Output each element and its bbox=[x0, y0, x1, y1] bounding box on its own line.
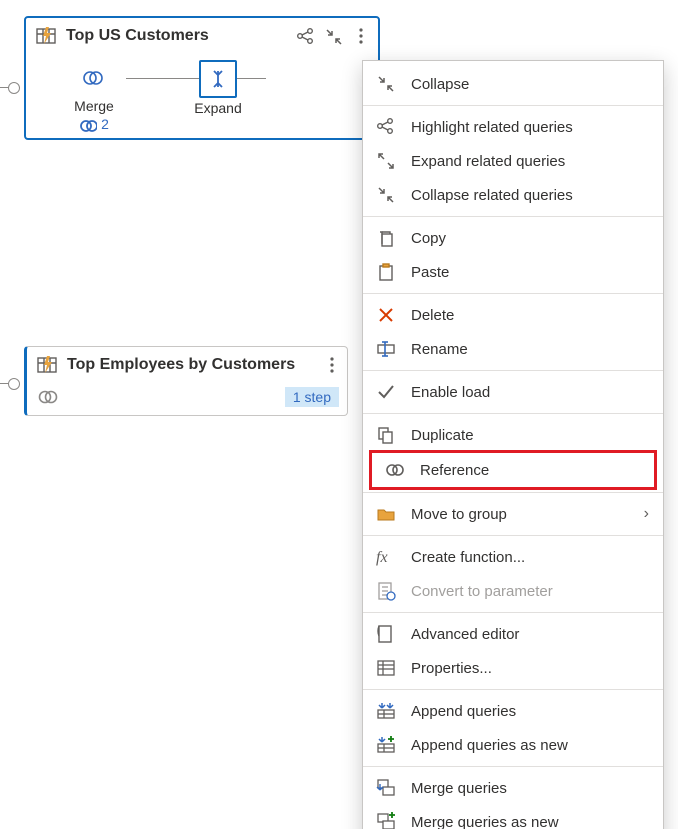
menu-item-label: Paste bbox=[411, 264, 449, 281]
menu-item-create-function[interactable]: Create function... bbox=[363, 540, 663, 574]
reference-icon bbox=[384, 460, 406, 480]
menu-item-label: Expand related queries bbox=[411, 153, 565, 170]
menu-item-merge-queries[interactable]: Merge queries bbox=[363, 771, 663, 805]
menu-item-advanced-editor[interactable]: Advanced editor bbox=[363, 617, 663, 651]
step-count-badge[interactable]: 1 step bbox=[285, 387, 339, 407]
menu-item-enable-load[interactable]: Enable load bbox=[363, 375, 663, 409]
menu-separator bbox=[363, 535, 663, 536]
menu-separator bbox=[363, 492, 663, 493]
paste-icon bbox=[375, 262, 397, 282]
menu-item-merge-queries-as-new[interactable]: Merge queries as new bbox=[363, 805, 663, 829]
menu-item-collapse[interactable]: Collapse bbox=[363, 67, 663, 101]
fx-icon bbox=[375, 547, 397, 567]
menu-item-label: Advanced editor bbox=[411, 626, 519, 643]
menu-item-label: Merge queries as new bbox=[411, 814, 559, 829]
connection-node[interactable] bbox=[8, 378, 20, 390]
menu-item-paste[interactable]: Paste bbox=[363, 255, 663, 289]
duplicate-icon bbox=[375, 425, 397, 445]
collapse-arrows-in-icon bbox=[375, 185, 397, 205]
menu-item-label: Rename bbox=[411, 341, 468, 358]
check-icon bbox=[375, 382, 397, 402]
advanced-editor-icon bbox=[375, 624, 397, 644]
menu-item-append-queries-as-new[interactable]: Append queries as new bbox=[363, 728, 663, 762]
menu-item-duplicate[interactable]: Duplicate bbox=[363, 418, 663, 452]
menu-item-label: Collapse bbox=[411, 76, 469, 93]
menu-separator bbox=[363, 413, 663, 414]
more-menu-icon[interactable] bbox=[323, 356, 341, 374]
menu-item-move-to-group[interactable]: Move to group › bbox=[363, 497, 663, 531]
menu-item-label: Create function... bbox=[411, 549, 525, 566]
step-expand[interactable]: Expand bbox=[182, 60, 254, 116]
menu-item-label: Reference bbox=[420, 462, 489, 479]
properties-icon bbox=[375, 658, 397, 678]
delete-x-icon bbox=[375, 305, 397, 325]
menu-item-delete[interactable]: Delete bbox=[363, 298, 663, 332]
menu-separator bbox=[363, 370, 663, 371]
parameter-icon bbox=[375, 581, 397, 601]
step-label: Merge bbox=[74, 98, 114, 114]
query-table-icon bbox=[36, 26, 58, 46]
menu-separator bbox=[363, 689, 663, 690]
expand-arrows-out-icon bbox=[375, 151, 397, 171]
menu-item-label: Properties... bbox=[411, 660, 492, 677]
menu-item-label: Copy bbox=[411, 230, 446, 247]
context-menu: Collapse Highlight related queries Expand … bbox=[362, 60, 664, 829]
append-icon bbox=[375, 701, 397, 721]
menu-item-label: Move to group bbox=[411, 506, 507, 523]
query-card-top-us-customers[interactable]: Top US Customers Merge 2 Expand + bbox=[24, 16, 380, 140]
query-title: Top Employees by Customers bbox=[67, 356, 323, 374]
merge-icon bbox=[37, 388, 59, 406]
share-icon bbox=[375, 117, 397, 137]
menu-separator bbox=[363, 105, 663, 106]
collapse-icon[interactable] bbox=[324, 27, 342, 45]
query-table-icon bbox=[37, 355, 59, 375]
menu-item-label: Append queries as new bbox=[411, 737, 568, 754]
more-menu-icon[interactable] bbox=[352, 27, 370, 45]
menu-item-label: Highlight related queries bbox=[411, 119, 573, 136]
menu-separator bbox=[363, 766, 663, 767]
menu-separator bbox=[363, 216, 663, 217]
menu-item-highlight-related-queries[interactable]: Highlight related queries bbox=[363, 110, 663, 144]
append-new-icon bbox=[375, 735, 397, 755]
menu-item-append-queries[interactable]: Append queries bbox=[363, 694, 663, 728]
menu-separator bbox=[363, 612, 663, 613]
connection-node[interactable] bbox=[8, 82, 20, 94]
menu-item-properties[interactable]: Properties... bbox=[363, 651, 663, 685]
menu-item-label: Convert to parameter bbox=[411, 583, 553, 600]
menu-item-rename[interactable]: Rename bbox=[363, 332, 663, 366]
menu-item-label: Duplicate bbox=[411, 427, 474, 444]
merge-queries-icon bbox=[375, 778, 397, 798]
reference-count[interactable]: 2 bbox=[79, 116, 109, 132]
collapse-arrows-in-icon bbox=[375, 74, 397, 94]
menu-separator bbox=[363, 293, 663, 294]
menu-item-label: Append queries bbox=[411, 703, 516, 720]
folder-icon bbox=[375, 504, 397, 524]
query-card-top-employees[interactable]: Top Employees by Customers 1 step bbox=[24, 346, 348, 416]
query-title: Top US Customers bbox=[66, 27, 296, 45]
step-merge[interactable]: Merge 2 bbox=[58, 60, 130, 132]
menu-item-label: Enable load bbox=[411, 384, 490, 401]
menu-item-collapse-related-queries[interactable]: Collapse related queries bbox=[363, 178, 663, 212]
menu-item-expand-related-queries[interactable]: Expand related queries bbox=[363, 144, 663, 178]
rename-icon bbox=[375, 339, 397, 359]
highlighted-menu-item: Reference bbox=[369, 450, 657, 490]
menu-item-convert-to-parameter: Convert to parameter bbox=[363, 574, 663, 608]
menu-item-reference[interactable]: Reference bbox=[372, 453, 654, 487]
merge-queries-new-icon bbox=[375, 812, 397, 829]
menu-item-label: Collapse related queries bbox=[411, 187, 573, 204]
menu-item-label: Merge queries bbox=[411, 780, 507, 797]
menu-item-label: Delete bbox=[411, 307, 454, 324]
copy-icon bbox=[375, 228, 397, 248]
step-label: Expand bbox=[194, 100, 241, 116]
chevron-right-icon: › bbox=[644, 505, 649, 523]
menu-item-copy[interactable]: Copy bbox=[363, 221, 663, 255]
share-icon[interactable] bbox=[296, 27, 314, 45]
